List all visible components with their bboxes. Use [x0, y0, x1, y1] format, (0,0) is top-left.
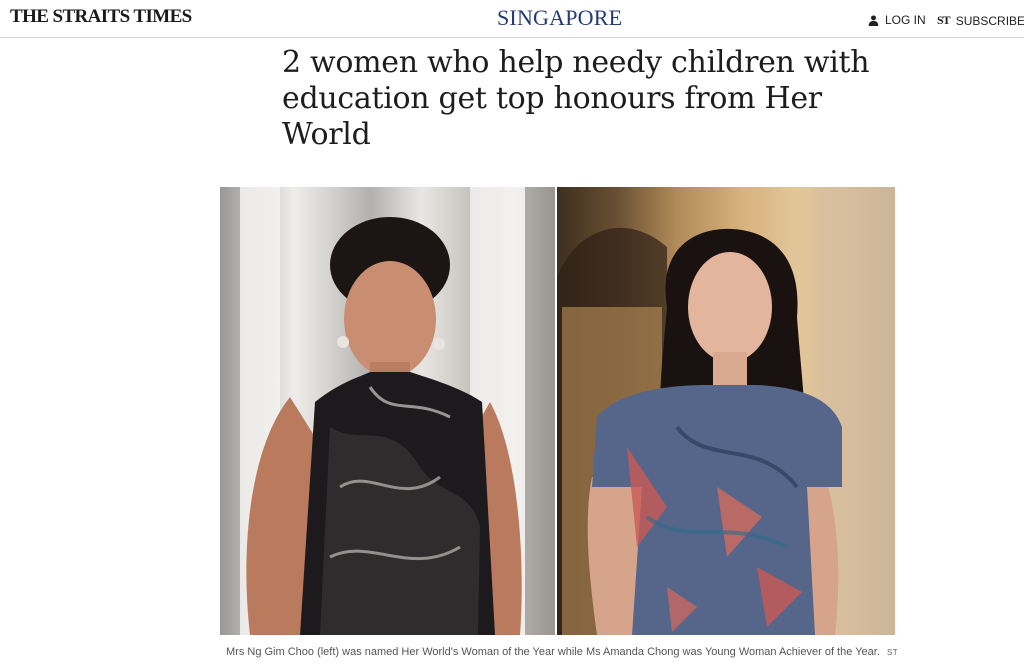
portrait-woman-left — [240, 187, 555, 635]
user-icon — [868, 14, 879, 26]
photo-right-panel — [557, 187, 895, 635]
site-logo[interactable]: THE STRAITS TIMES — [10, 6, 192, 28]
login-label: LOG IN — [885, 13, 926, 27]
caption-text: Mrs Ng Gim Choo (left) was named Her Wor… — [226, 646, 880, 658]
photo-caption: Mrs Ng Gim Choo (left) was named Her Wor… — [226, 646, 898, 658]
article-headline: 2 women who help needy children with edu… — [282, 45, 870, 152]
article-photo — [220, 187, 895, 635]
caption-credit: ST — [886, 648, 899, 657]
subscribe-button[interactable]: ST SUBSCRIBE — [937, 13, 1024, 28]
st-logo-icon: ST — [937, 13, 951, 27]
top-navigation-bar: THE STRAITS TIMES SINGAPORE LOG IN ST SU… — [0, 0, 1024, 38]
subscribe-label: SUBSCRIBE — [955, 13, 1024, 28]
portrait-woman-right — [557, 187, 895, 635]
login-button[interactable]: LOG IN — [868, 13, 926, 27]
photo-left-panel — [220, 187, 555, 635]
section-title[interactable]: SINGAPORE — [497, 5, 622, 31]
